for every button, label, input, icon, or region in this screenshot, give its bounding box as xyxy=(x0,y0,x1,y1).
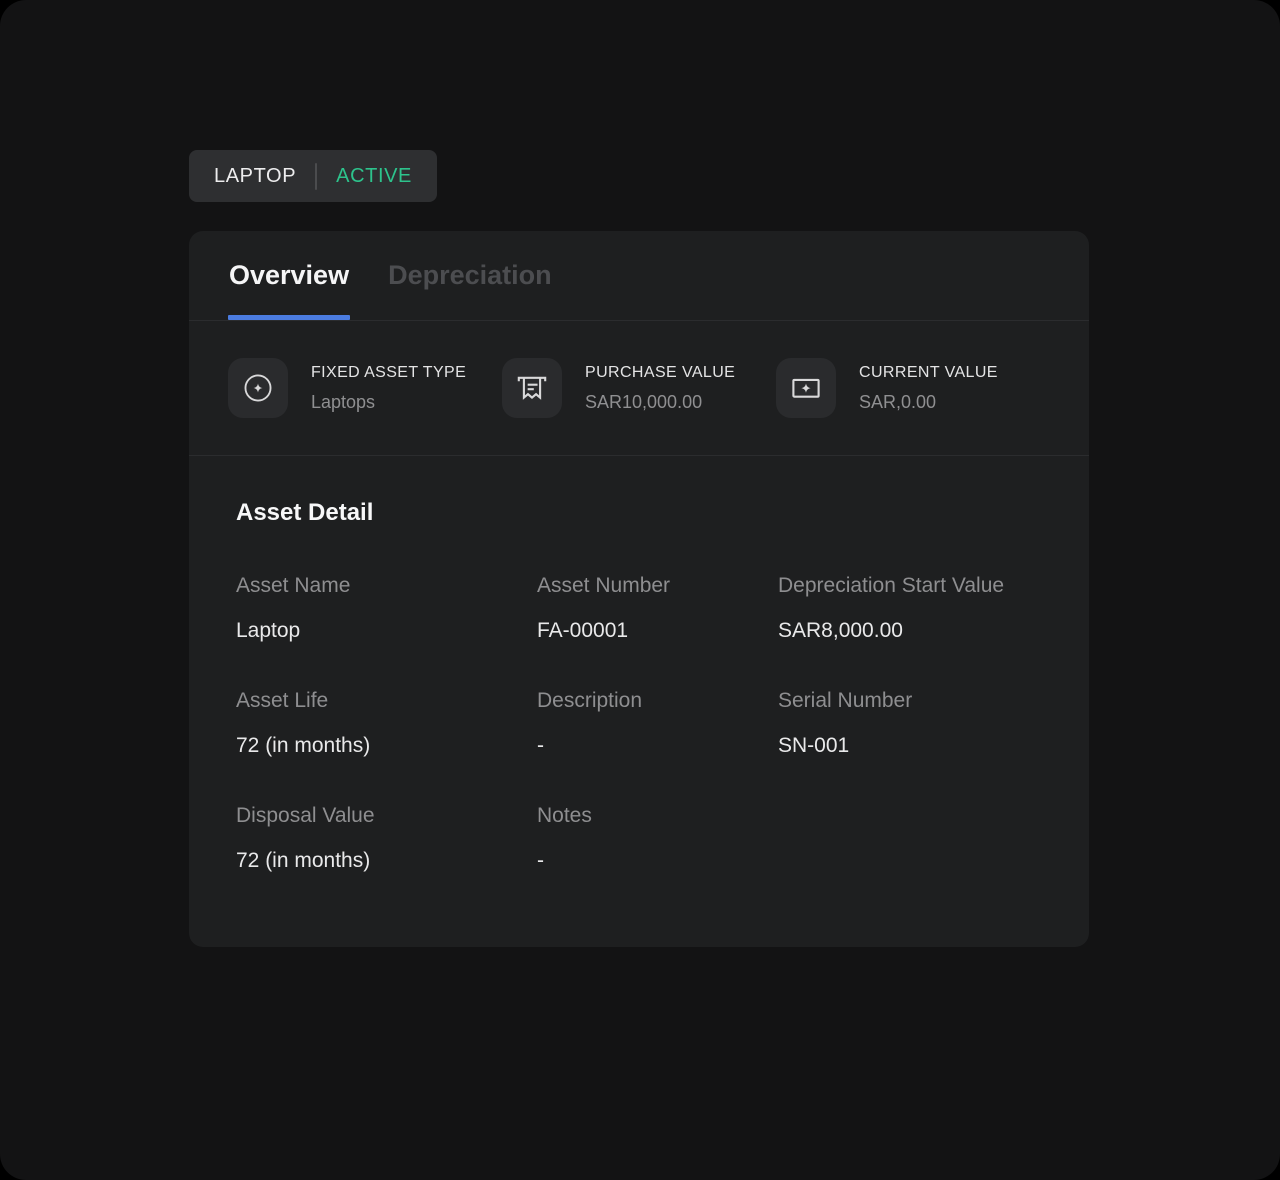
field-depreciation-start-value: Depreciation Start Value SAR8,000.00 xyxy=(778,572,1042,645)
field-notes: Notes - xyxy=(537,802,778,875)
field-value: 72 (in months) xyxy=(236,847,537,875)
status-badge: ACTIVE xyxy=(336,165,412,188)
stat-value: SAR,0.00 xyxy=(859,391,998,414)
receipt-icon xyxy=(502,358,562,418)
asset-status-chip: LAPTOP ACTIVE xyxy=(189,150,437,202)
active-tab-underline xyxy=(228,315,350,320)
field-label: Description xyxy=(537,687,778,715)
sparkle-card-icon xyxy=(776,358,836,418)
field-asset-name: Asset Name Laptop xyxy=(236,572,537,645)
field-label: Asset Number xyxy=(537,572,778,600)
stat-label: PURCHASE VALUE xyxy=(585,363,735,383)
field-label: Serial Number xyxy=(778,687,1042,715)
field-value: 72 (in months) xyxy=(236,732,537,760)
section-heading: Asset Detail xyxy=(236,498,1042,528)
field-description: Description - xyxy=(537,687,778,760)
stat-text: CURRENT VALUE SAR,0.00 xyxy=(859,363,998,414)
field-value: - xyxy=(537,732,778,760)
tab-depreciation-label: Depreciation xyxy=(388,260,552,291)
field-value: Laptop xyxy=(236,617,537,645)
summary-stats-row: FIXED ASSET TYPE Laptops PURCHASE VALUE … xyxy=(189,321,1089,456)
field-value: SN-001 xyxy=(778,732,1042,760)
field-value: FA-00001 xyxy=(537,617,778,645)
field-asset-life: Asset Life 72 (in months) xyxy=(236,687,537,760)
field-value: SAR8,000.00 xyxy=(778,617,1042,645)
tab-overview[interactable]: Overview xyxy=(229,231,349,320)
field-disposal-value: Disposal Value 72 (in months) xyxy=(236,802,537,875)
field-serial-number: Serial Number SN-001 xyxy=(778,687,1042,760)
asset-detail-card: Overview Depreciation FIXED ASSET TYPE L… xyxy=(189,231,1089,947)
stat-text: PURCHASE VALUE SAR10,000.00 xyxy=(585,363,735,414)
chip-divider xyxy=(315,163,317,190)
stat-value: SAR10,000.00 xyxy=(585,391,735,414)
tab-overview-label: Overview xyxy=(229,260,349,291)
stat-text: FIXED ASSET TYPE Laptops xyxy=(311,363,466,414)
tab-depreciation[interactable]: Depreciation xyxy=(388,231,552,320)
stat-fixed-asset-type: FIXED ASSET TYPE Laptops xyxy=(228,358,502,418)
field-label: Disposal Value xyxy=(236,802,537,830)
stat-purchase-value: PURCHASE VALUE SAR10,000.00 xyxy=(502,358,776,418)
stat-label: CURRENT VALUE xyxy=(859,363,998,383)
field-label: Notes xyxy=(537,802,778,830)
sparkle-circle-icon xyxy=(228,358,288,418)
app-background: LAPTOP ACTIVE Overview Depreciation xyxy=(0,0,1280,1180)
field-label: Asset Name xyxy=(236,572,537,600)
stat-value: Laptops xyxy=(311,391,466,414)
field-label: Depreciation Start Value xyxy=(778,572,1042,600)
asset-name-badge: LAPTOP xyxy=(214,165,296,188)
fields-grid: Asset Name Laptop Asset Number FA-00001 … xyxy=(236,572,1042,875)
tab-bar: Overview Depreciation xyxy=(189,231,1089,321)
field-asset-number: Asset Number FA-00001 xyxy=(537,572,778,645)
stat-current-value: CURRENT VALUE SAR,0.00 xyxy=(776,358,1050,418)
stat-label: FIXED ASSET TYPE xyxy=(311,363,466,383)
asset-detail-section: Asset Detail Asset Name Laptop Asset Num… xyxy=(189,456,1089,875)
field-label: Asset Life xyxy=(236,687,537,715)
field-value: - xyxy=(537,847,778,875)
